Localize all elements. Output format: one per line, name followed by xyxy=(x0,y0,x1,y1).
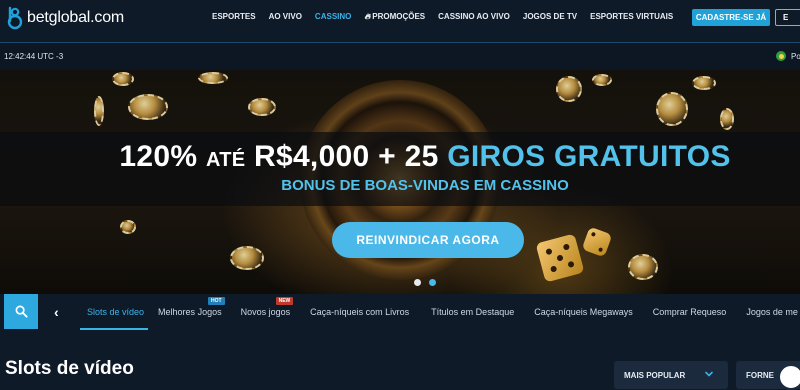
casino-chip-image xyxy=(198,72,228,84)
tab-label: Jogos de me xyxy=(746,307,798,317)
top-navigation: betglobal.com ESPORTES AO VIVO CASSINO 🔥… xyxy=(0,0,800,38)
promo-subheadline: BONUS DE BOAS-VINDAS EM CASSINO xyxy=(281,177,569,194)
promo-banner[interactable]: 120% ATÉ R$4,000 + 25 GIROS GRATUITOS BO… xyxy=(0,70,800,294)
carousel-dot[interactable] xyxy=(429,279,436,286)
casino-chip-image xyxy=(720,108,734,130)
new-badge: NEW xyxy=(275,297,294,305)
casino-chip-image xyxy=(592,74,612,86)
tab-melhores-jogos[interactable]: HOT Melhores Jogos xyxy=(158,297,225,317)
flame-icon: 🔥︎ xyxy=(364,12,371,21)
nav-cassino[interactable]: CASSINO xyxy=(315,12,351,22)
carousel-indicators xyxy=(414,279,436,286)
tab-label: Slots de vídeo xyxy=(87,307,145,317)
login-button[interactable]: E xyxy=(775,9,800,26)
tab-comprar-requeso[interactable]: Comprar Requeso xyxy=(653,307,727,317)
nav-ao-vivo[interactable]: AO VIVO xyxy=(269,12,302,22)
search-icon xyxy=(15,305,28,318)
headline-percent: 120% xyxy=(119,140,198,173)
tab-label: Comprar Requeso xyxy=(652,307,727,317)
tab-caca-niqueis-livros[interactable]: Caça-níqueis com Livros xyxy=(310,307,409,317)
nav-promocoes-label: PROMOÇÕES xyxy=(372,12,426,21)
nav-promocoes[interactable]: 🔥︎ PROMOÇÕES xyxy=(364,12,425,22)
chevron-down-icon xyxy=(705,371,713,377)
dice-image xyxy=(535,233,585,283)
casino-chip-image xyxy=(556,76,582,102)
headline-free-spins: GIROS GRATUITOS xyxy=(447,140,731,173)
server-clock: 12:42:44 UTC -3 xyxy=(4,52,64,61)
tab-label: Caça-níqueis Megaways xyxy=(534,307,633,317)
casino-chip-image xyxy=(128,94,168,120)
nav-jogos-de-tv[interactable]: JOGOS DE TV xyxy=(523,12,577,22)
casino-chip-image xyxy=(248,98,276,116)
tab-caca-niqueis-megaways[interactable]: Caça-níqueis Megaways xyxy=(534,307,633,317)
casino-chip-image xyxy=(112,72,134,86)
search-button[interactable] xyxy=(4,294,38,329)
nav-esportes[interactable]: ESPORTES xyxy=(212,12,256,22)
chevron-left-icon[interactable]: ‹ xyxy=(54,304,59,320)
sort-value: MAIS POPULAR xyxy=(624,370,686,380)
nav-esportes-virtuais[interactable]: ESPORTES VIRTUAIS xyxy=(590,12,673,22)
claim-now-button[interactable]: REINVINDICAR AGORA xyxy=(332,222,524,258)
hot-badge: HOT xyxy=(208,297,225,305)
brazil-flag-icon xyxy=(776,51,786,61)
casino-chip-image xyxy=(230,246,264,270)
headline-ate: ATÉ xyxy=(205,149,246,171)
betglobal-logo-icon xyxy=(7,6,23,30)
casino-chip-image xyxy=(94,96,104,126)
section-title: Slots de vídeo xyxy=(5,358,134,379)
language-selector[interactable]: Po xyxy=(776,51,800,61)
tab-label: Melhores Jogos xyxy=(158,307,222,317)
tab-novos-jogos[interactable]: NEW Novos jogos xyxy=(240,297,294,317)
info-bar: 12:42:44 UTC -3 Po xyxy=(0,42,800,70)
dice-image xyxy=(581,226,613,258)
chat-support-icon[interactable] xyxy=(778,364,800,390)
signup-button[interactable]: CADASTRE-SE JÁ xyxy=(692,9,770,26)
tab-label: Novos jogos xyxy=(240,307,291,317)
nav-cassino-ao-vivo[interactable]: CASSINO AO VIVO xyxy=(438,12,510,22)
tab-slots-de-video[interactable]: Slots de vídeo xyxy=(80,307,149,330)
casino-chip-image xyxy=(628,254,658,280)
tab-titulos-destaque[interactable]: Títulos em Destaque xyxy=(431,307,514,317)
brand-logo[interactable]: betglobal.com xyxy=(6,6,124,30)
sort-dropdown[interactable]: MAIS POPULAR xyxy=(614,361,728,389)
casino-chip-image xyxy=(692,76,716,90)
category-bar: ‹ Slots de vídeo HOT Melhores Jogos NEW … xyxy=(0,294,800,330)
carousel-dot[interactable] xyxy=(414,279,421,286)
tab-label: Caça-níqueis com Livros xyxy=(310,307,410,317)
active-tab-indicator xyxy=(80,328,149,330)
promo-headline: 120% ATÉ R$4,000 + 25 GIROS GRATUITOS xyxy=(0,140,800,174)
brand-name: betglobal.com xyxy=(27,9,125,26)
tab-jogos-de-mesa[interactable]: Jogos de me xyxy=(746,307,798,317)
category-tabs: Slots de vídeo HOT Melhores Jogos NEW No… xyxy=(80,297,798,330)
provider-label: FORNE xyxy=(746,370,774,380)
headline-amount: R$4,000 + 25 xyxy=(254,140,439,173)
tab-label: Títulos em Destaque xyxy=(431,307,515,317)
casino-chip-image xyxy=(656,92,688,126)
casino-chip-image xyxy=(120,220,136,234)
main-nav: ESPORTES AO VIVO CASSINO 🔥︎ PROMOÇÕES CAS… xyxy=(212,12,686,22)
language-label: Po xyxy=(791,51,800,61)
